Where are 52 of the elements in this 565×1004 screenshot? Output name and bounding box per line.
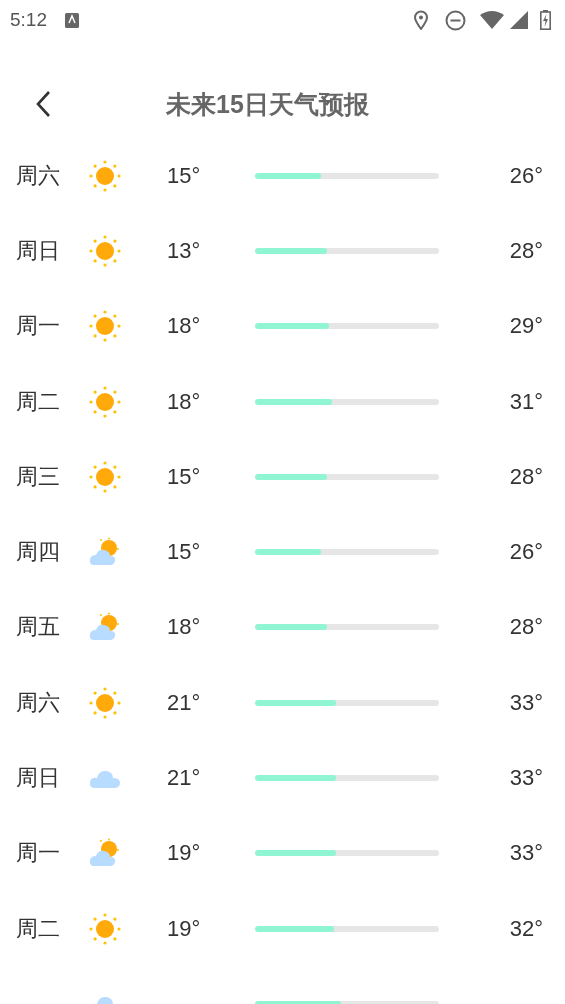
day-label: 周二 bbox=[15, 387, 61, 416]
high-temperature: 26° bbox=[509, 539, 543, 566]
high-temperature: 33° bbox=[509, 689, 543, 716]
low-temperature: 19° bbox=[167, 840, 202, 867]
low-temperature: 21° bbox=[167, 689, 202, 716]
high-temperature: 32° bbox=[509, 915, 543, 942]
cloud-sun-icon bbox=[89, 537, 121, 568]
sun-icon bbox=[89, 460, 121, 493]
low-temperature: 18° bbox=[167, 313, 202, 340]
low-temperature: 15° bbox=[167, 463, 202, 490]
low-temperature: 18° bbox=[167, 388, 202, 415]
sun-icon bbox=[89, 912, 121, 945]
day-label: 周日 bbox=[15, 764, 61, 792]
sun-icon bbox=[89, 385, 121, 418]
day-label: 周一 bbox=[15, 312, 61, 341]
low-temperature: 13° bbox=[167, 237, 202, 264]
signal-icon bbox=[510, 11, 528, 29]
location-icon bbox=[413, 10, 429, 30]
high-temperature: 28° bbox=[509, 237, 543, 264]
do-not-disturb-icon bbox=[445, 9, 466, 31]
high-temperature: 29° bbox=[509, 313, 543, 340]
sun-icon bbox=[89, 310, 121, 343]
cloud-sun-icon bbox=[89, 612, 121, 643]
low-temperature: 18° bbox=[167, 614, 202, 641]
cloud-sun-icon bbox=[89, 838, 121, 869]
sun-icon bbox=[89, 686, 121, 719]
day-label: 周一 bbox=[15, 839, 61, 868]
high-temperature: 28° bbox=[509, 614, 543, 641]
page-title: 未来15日天气预报 bbox=[166, 89, 369, 120]
day-label: 周二 bbox=[15, 914, 61, 943]
day-label: 周四 bbox=[15, 538, 61, 567]
wifi-icon bbox=[480, 11, 504, 29]
low-temperature: 19° bbox=[167, 915, 202, 942]
status-time: 5:12 bbox=[10, 9, 47, 31]
back-icon bbox=[35, 90, 51, 118]
battery-icon bbox=[540, 10, 551, 30]
high-temperature: 31° bbox=[509, 388, 543, 415]
sun-icon bbox=[89, 234, 121, 267]
day-label: 周五 bbox=[15, 613, 61, 642]
sun-icon bbox=[89, 159, 121, 192]
low-temperature: 21° bbox=[167, 765, 202, 791]
keyboard-icon bbox=[65, 12, 79, 28]
high-temperature: 33° bbox=[509, 765, 543, 791]
day-label: 周六 bbox=[15, 161, 61, 190]
low-temperature: 15° bbox=[167, 539, 202, 566]
high-temperature: 33° bbox=[509, 840, 543, 867]
high-temperature: 28° bbox=[509, 463, 543, 490]
day-label: 周三 bbox=[15, 462, 61, 491]
day-label: 周六 bbox=[15, 688, 61, 717]
day-label: 周日 bbox=[15, 236, 61, 265]
low-temperature: 15° bbox=[167, 162, 202, 189]
high-temperature: 26° bbox=[509, 162, 543, 189]
